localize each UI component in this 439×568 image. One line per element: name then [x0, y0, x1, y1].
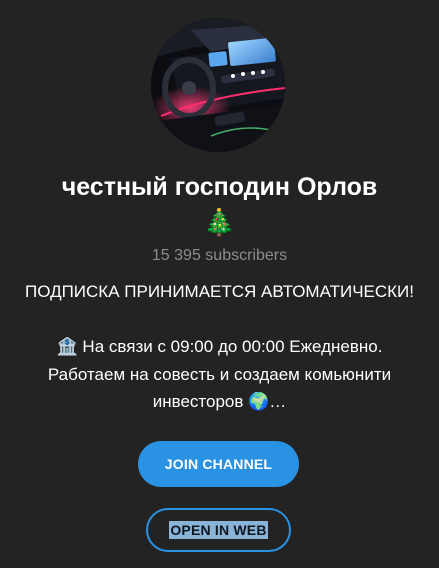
subscriber-count: 15 395 subscribers [151, 247, 288, 264]
channel-description: ПОДПИСКА ПРИНИМАЕТСЯ АВТОМАТИЧЕСКИ! 🏦 На… [10, 278, 429, 416]
car-interior-avatar-image [151, 18, 285, 152]
description-line: инвесторов 🌍… [152, 392, 287, 411]
open-in-web-label: OPEN IN WEB [169, 521, 268, 539]
christmas-tree-icon: 🎄 [203, 207, 236, 237]
description-line: Работаем на совесть и создаем комьюнити [47, 364, 392, 384]
description-gap [10, 306, 429, 334]
channel-preview-page: честный господин Орлов 🎄 15 395 subscrib… [0, 0, 439, 568]
description-line: 🏦 На связи с 09:00 до 00:00 Ежедневно. [56, 337, 383, 356]
description-line: ПОДПИСКА ПРИНИМАЕТСЯ АВТОМАТИЧЕСКИ! [25, 282, 414, 301]
channel-title: честный господин Орлов [61, 173, 378, 201]
channel-avatar [151, 18, 285, 152]
open-in-web-button[interactable]: OPEN IN WEB [146, 508, 291, 552]
join-channel-button[interactable]: JOIN CHANNEL [138, 441, 299, 487]
